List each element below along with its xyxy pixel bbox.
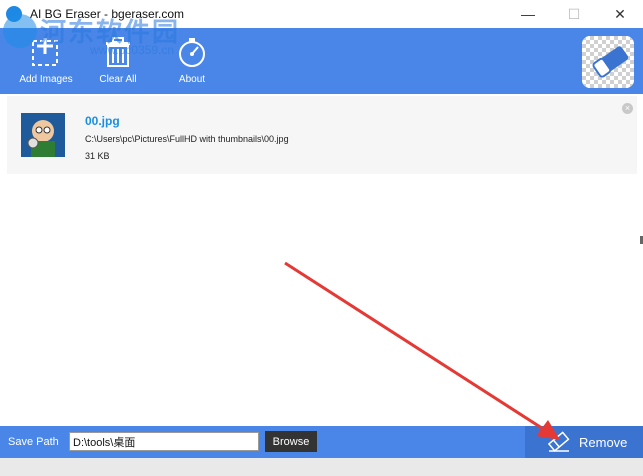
- save-path-input[interactable]: [69, 432, 259, 451]
- close-button[interactable]: ✕: [597, 0, 643, 28]
- window-title: AI BG Eraser - bgeraser.com: [30, 7, 185, 21]
- title-bar: AI BG Eraser - bgeraser.com — ☐ ✕: [0, 0, 643, 28]
- eraser-icon: [547, 431, 570, 452]
- add-images-button[interactable]: Add Images: [14, 28, 78, 94]
- trash-icon: [106, 37, 130, 67]
- file-size: 31 KB: [85, 151, 110, 161]
- maximize-button[interactable]: ☐: [551, 0, 597, 28]
- about-button[interactable]: About: [170, 28, 214, 94]
- save-path-label: Save Path: [8, 436, 59, 448]
- app-icon: [6, 6, 22, 22]
- compass-icon: [179, 38, 205, 67]
- about-label: About: [178, 74, 206, 85]
- clear-all-label: Clear All: [99, 74, 137, 85]
- remove-button-label: Remove: [579, 434, 628, 450]
- remove-button[interactable]: Remove: [525, 426, 643, 458]
- file-list-item[interactable]: 00.jpg C:\Users\pc\Pictures\FullHD with …: [7, 96, 637, 174]
- file-thumbnail: [21, 113, 65, 157]
- toolbar: Add Images Clear All About: [0, 28, 643, 94]
- minimize-button[interactable]: —: [505, 0, 551, 28]
- eraser-logo-icon: [582, 36, 634, 88]
- add-images-icon: [32, 38, 58, 66]
- clear-all-button[interactable]: Clear All: [92, 28, 144, 94]
- remove-file-icon[interactable]: ×: [622, 103, 633, 114]
- file-name: 00.jpg: [85, 114, 120, 128]
- status-bar: [0, 458, 643, 476]
- browse-button[interactable]: Browse: [265, 431, 317, 452]
- file-path: C:\Users\pc\Pictures\FullHD with thumbna…: [85, 134, 289, 144]
- add-images-label: Add Images: [19, 74, 73, 85]
